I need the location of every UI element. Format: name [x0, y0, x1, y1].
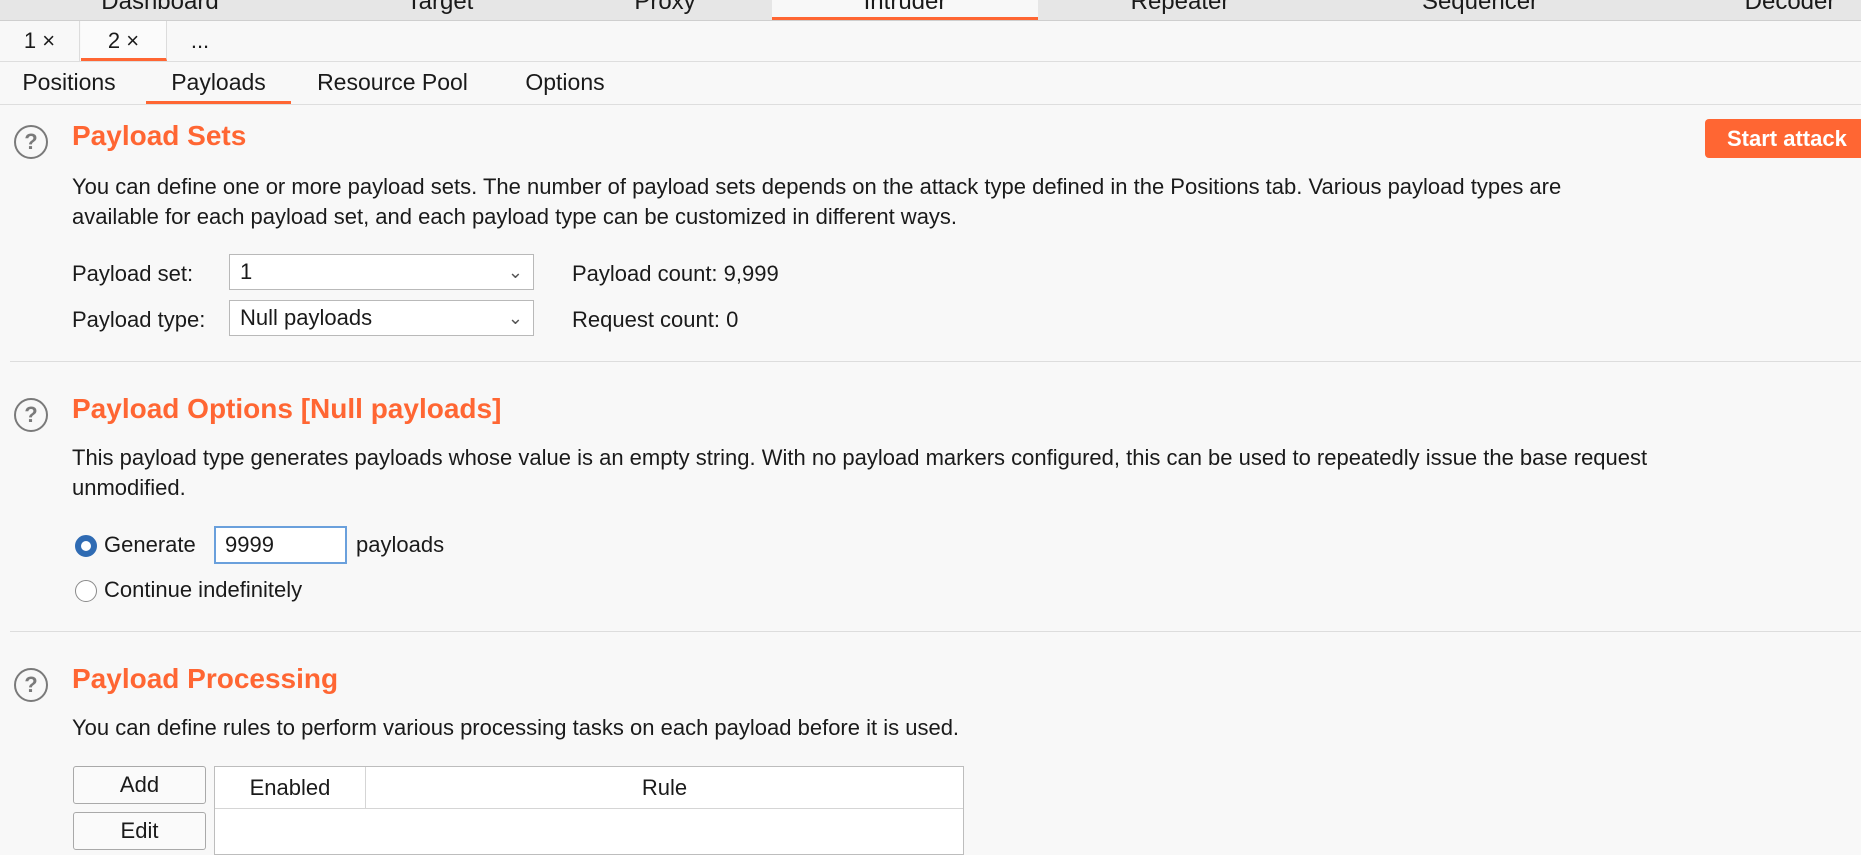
payload-processing-title: Payload Processing	[72, 663, 339, 694]
tab-repeater[interactable]: Repeater	[1080, 0, 1280, 20]
tab-sequencer[interactable]: Sequencer	[1380, 0, 1580, 20]
payload-type-select[interactable]: Null payloads ⌄	[229, 300, 534, 336]
edit-rule-button[interactable]: Edit	[73, 812, 206, 850]
tab-intruder[interactable]: Intruder	[772, 0, 1038, 20]
payload-type-label: Payload type:	[72, 307, 206, 332]
section-divider	[10, 361, 1861, 362]
payload-sets-desc-1: You can define one or more payload sets.…	[72, 174, 1562, 199]
payload-options-desc-1: This payload type generates payloads who…	[72, 445, 1648, 470]
help-icon[interactable]: ?	[14, 125, 48, 159]
sub-tab-bar: Positions Payloads Resource Pool Options	[0, 62, 1861, 105]
continue-indefinitely-label: Continue indefinitely	[104, 577, 303, 602]
payload-options-desc-2: unmodified.	[72, 475, 186, 500]
attack-tab-2[interactable]: 2 ×	[81, 21, 167, 61]
processing-rules-table[interactable]: Enabled Rule	[214, 766, 964, 855]
payload-processing-desc: You can define rules to perform various …	[72, 715, 960, 740]
section-divider	[10, 631, 1861, 632]
tab-positions[interactable]: Positions	[0, 62, 138, 104]
chevron-down-icon: ⌄	[507, 262, 523, 282]
add-rule-button[interactable]: Add	[73, 766, 206, 804]
tab-payloads[interactable]: Payloads	[146, 62, 291, 104]
tab-options[interactable]: Options	[500, 62, 630, 104]
tab-target[interactable]: Target	[340, 0, 540, 20]
attack-tab-1[interactable]: 1 ×	[0, 21, 80, 61]
tab-dashboard[interactable]: Dashboard	[60, 0, 260, 20]
payload-set-value: 1	[240, 259, 253, 284]
payload-set-select[interactable]: 1 ⌄	[229, 254, 534, 290]
tab-decoder[interactable]: Decoder	[1690, 0, 1861, 20]
help-icon[interactable]: ?	[14, 398, 48, 432]
payload-count: Payload count: 9,999	[572, 261, 779, 286]
generate-radio[interactable]	[75, 535, 97, 557]
continue-indefinitely-radio[interactable]	[75, 580, 97, 602]
attack-tab-more[interactable]: ...	[168, 21, 232, 61]
chevron-down-icon: ⌄	[507, 308, 523, 328]
generate-label: Generate	[104, 532, 196, 557]
column-header-rule[interactable]: Rule	[366, 767, 963, 809]
request-count: Request count: 0	[572, 307, 739, 332]
payload-type-value: Null payloads	[240, 305, 373, 330]
payload-set-label: Payload set:	[72, 261, 194, 286]
generate-count-input[interactable]: 9999	[214, 526, 347, 564]
tab-proxy[interactable]: Proxy	[565, 0, 765, 20]
tab-resource-pool[interactable]: Resource Pool	[300, 62, 485, 104]
payload-options-title: Payload Options [Null payloads]	[72, 393, 502, 424]
attack-tab-bar: 1 × 2 × ...	[0, 21, 1861, 62]
payload-sets-title: Payload Sets	[72, 120, 247, 151]
start-attack-button[interactable]: Start attack	[1705, 119, 1861, 158]
module-tab-bar: Dashboard Target Proxy Intruder Repeater…	[0, 0, 1861, 21]
column-header-enabled[interactable]: Enabled	[215, 767, 366, 809]
help-icon[interactable]: ?	[14, 668, 48, 702]
payload-sets-desc-2: available for each payload set, and each…	[72, 204, 958, 229]
payloads-suffix-label: payloads	[356, 532, 445, 557]
